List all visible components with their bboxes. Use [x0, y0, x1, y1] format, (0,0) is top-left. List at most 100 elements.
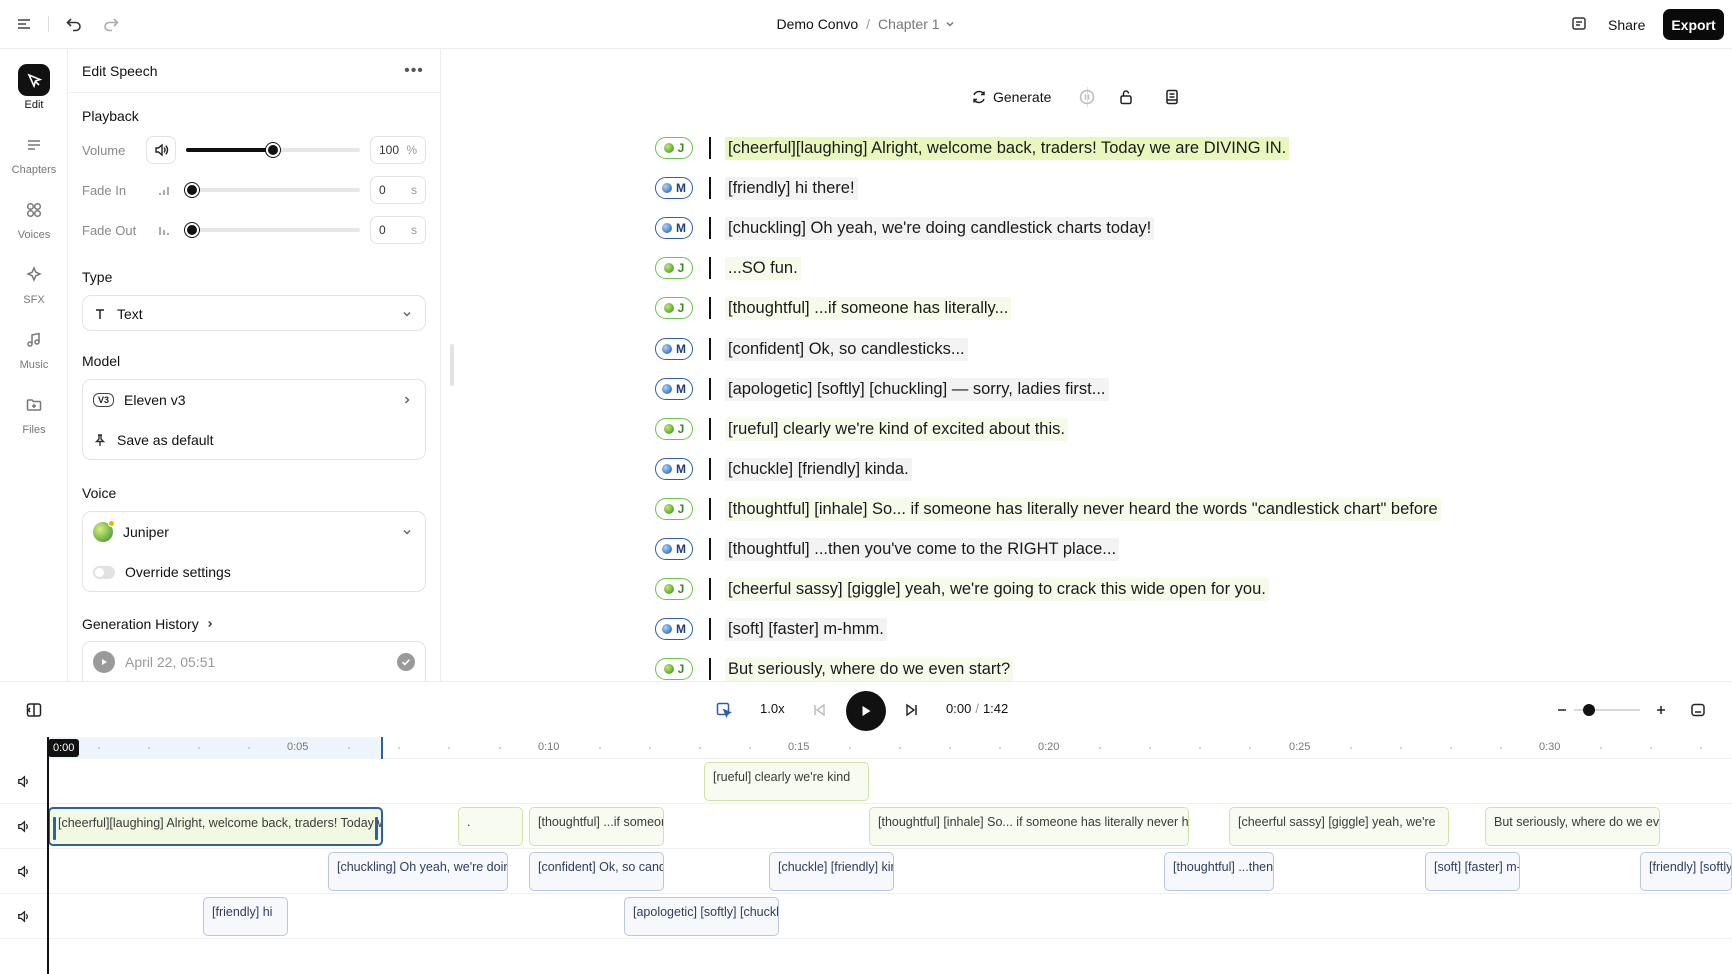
- timeline-clip[interactable]: [soft] [faster] m-hmm.: [1425, 852, 1520, 891]
- utterance-text[interactable]: [soft] [faster] m-hmm.: [725, 617, 887, 641]
- speaker-icon[interactable]: [14, 862, 32, 880]
- selection-end-marker[interactable]: [381, 737, 383, 759]
- fade-in-slider[interactable]: [185, 183, 360, 197]
- timeline-clip[interactable]: [thoughtful] ...then you've come to the …: [1164, 852, 1274, 891]
- fade-out-input[interactable]: 0 s: [370, 216, 426, 244]
- fade-out-slider-handle[interactable]: [185, 223, 199, 237]
- rail-item-voices[interactable]: Voices: [0, 194, 68, 252]
- utterance-text[interactable]: [thoughtful] [inhale] So... if someone h…: [725, 497, 1441, 521]
- utterance-text[interactable]: [confident] Ok, so candlesticks...: [725, 337, 968, 361]
- timeline-clip[interactable]: [apologetic] [softly] [chuckling]: [624, 897, 779, 936]
- generate-button[interactable]: Generate: [971, 84, 1051, 110]
- speaker-icon[interactable]: [14, 907, 32, 925]
- chapter-dropdown[interactable]: Chapter 1: [878, 16, 955, 32]
- play-button[interactable]: [846, 691, 886, 731]
- speaker-avatar[interactable]: J: [655, 578, 693, 600]
- script-line[interactable]: M [soft] [faster] m-hmm.: [655, 615, 887, 643]
- timeline-clip[interactable]: [friendly] [softly] So: [1640, 852, 1732, 891]
- playback-speed-button[interactable]: 1.0x: [760, 701, 785, 716]
- script-line[interactable]: J But seriously, where do we even start?: [655, 655, 1014, 681]
- speaker-avatar[interactable]: J: [655, 257, 693, 279]
- speaker-avatar[interactable]: M: [655, 338, 693, 360]
- script-line[interactable]: J [rueful] clearly we're kind of excited …: [655, 415, 1068, 443]
- volume-slider[interactable]: [186, 143, 360, 157]
- notes-icon[interactable]: [1162, 87, 1182, 107]
- timeline-clip[interactable]: [confident] Ok, so candlesticks...: [529, 852, 664, 891]
- script-line[interactable]: J [thoughtful] ...if someone has literall…: [655, 294, 1012, 322]
- utterance-text[interactable]: [rueful] clearly we're kind of excited a…: [725, 417, 1068, 441]
- utterance-text[interactable]: [thoughtful] ...then you've come to the …: [725, 537, 1120, 561]
- timeline-clip[interactable]: [cheerful][laughing] Alright, welcome ba…: [48, 807, 383, 846]
- model-select[interactable]: V3 Eleven v3: [83, 380, 425, 420]
- more-options-icon[interactable]: •••: [404, 61, 424, 81]
- volume-slider-handle[interactable]: [266, 143, 280, 157]
- captions-icon[interactable]: [1688, 700, 1708, 720]
- type-select[interactable]: Text: [82, 295, 426, 331]
- timeline-clip[interactable]: [thoughtful] [inhale] So... if someone h…: [869, 807, 1189, 846]
- rail-item-sfx[interactable]: SFX: [0, 259, 68, 317]
- history-item[interactable]: April 22, 05:51: [82, 641, 426, 681]
- volume-input[interactable]: 100 %: [370, 136, 426, 164]
- utterance-text[interactable]: [cheerful sassy] [giggle] yeah, we're go…: [725, 577, 1269, 601]
- timeline-clip[interactable]: [cheerful sassy] [giggle] yeah, we're: [1229, 807, 1449, 846]
- speaker-avatar[interactable]: J: [655, 658, 693, 680]
- project-name[interactable]: Demo Convo: [776, 16, 858, 32]
- redo-icon[interactable]: [99, 12, 123, 36]
- utterance-text[interactable]: But seriously, where do we even start?: [725, 657, 1014, 681]
- utterance-text[interactable]: [friendly] hi there!: [725, 176, 858, 200]
- script-line[interactable]: M [thoughtful] ...then you've come to the…: [655, 535, 1120, 563]
- comments-icon[interactable]: [1567, 12, 1591, 36]
- speaker-avatar[interactable]: M: [655, 378, 693, 400]
- save-as-default-button[interactable]: Save as default: [83, 420, 425, 460]
- script-line[interactable]: J [thoughtful] [inhale] So... if someone …: [655, 495, 1441, 523]
- script-line[interactable]: M [apologetic] [softly] [chuckling] — sor…: [655, 375, 1109, 403]
- speaker-avatar[interactable]: J: [655, 137, 693, 159]
- fade-in-slider-handle[interactable]: [185, 183, 199, 197]
- timeline-clip[interactable]: [chuckle] [friendly] kinda.: [769, 852, 894, 891]
- speaker-avatar[interactable]: M: [655, 177, 693, 199]
- speaker-avatar[interactable]: J: [655, 297, 693, 319]
- unlock-icon[interactable]: [1116, 87, 1136, 107]
- rail-item-files[interactable]: Files: [0, 389, 68, 447]
- cursor-select-icon[interactable]: [714, 700, 734, 720]
- timeline-clip[interactable]: [chuckling] Oh yeah, we're doing candles…: [328, 852, 508, 891]
- share-button[interactable]: Share: [1600, 10, 1653, 40]
- timeline-clip[interactable]: But seriously, where do we even start?: [1485, 807, 1660, 846]
- script-line[interactable]: M [friendly] hi there!: [655, 174, 858, 202]
- speaker-icon[interactable]: [146, 136, 176, 164]
- generation-history-link[interactable]: Generation History: [82, 616, 215, 632]
- utterance-text[interactable]: [apologetic] [softly] [chuckling] — sorr…: [725, 377, 1109, 401]
- timeline-clip[interactable]: .: [458, 807, 523, 846]
- utterance-text[interactable]: [cheerful][laughing] Alright, welcome ba…: [725, 136, 1290, 160]
- skip-back-icon[interactable]: [809, 700, 829, 720]
- zoom-slider-handle[interactable]: [1583, 704, 1595, 716]
- utterance-text[interactable]: [thoughtful] ...if someone has literally…: [725, 296, 1012, 320]
- script-line[interactable]: M [chuckle] [friendly] kinda.: [655, 455, 912, 483]
- utterance-text[interactable]: ...SO fun.: [725, 256, 801, 280]
- script-line[interactable]: J [cheerful][laughing] Alright, welcome b…: [655, 134, 1290, 162]
- rail-item-chapters[interactable]: Chapters: [0, 129, 68, 187]
- timeline-clip[interactable]: [thoughtful] ...if someone has literally…: [529, 807, 664, 846]
- override-settings-toggle[interactable]: [93, 565, 115, 579]
- undo-icon[interactable]: [62, 12, 86, 36]
- skip-forward-icon[interactable]: [902, 700, 922, 720]
- split-view-icon[interactable]: [24, 700, 44, 720]
- speaker-avatar[interactable]: M: [655, 618, 693, 640]
- utterance-text[interactable]: [chuckling] Oh yeah, we're doing candles…: [725, 216, 1155, 240]
- voice-select[interactable]: Juniper: [83, 512, 425, 552]
- timeline-clip[interactable]: [rueful] clearly we're kind: [704, 762, 869, 801]
- speaker-avatar[interactable]: M: [655, 458, 693, 480]
- speaker-icon[interactable]: [14, 772, 32, 790]
- script-line[interactable]: J [cheerful sassy] [giggle] yeah, we're g…: [655, 575, 1269, 603]
- zoom-out-icon[interactable]: [1552, 700, 1572, 720]
- speaker-avatar[interactable]: J: [655, 418, 693, 440]
- play-circle-icon[interactable]: [93, 651, 115, 673]
- zoom-in-icon[interactable]: [1651, 700, 1671, 720]
- fade-out-slider[interactable]: [185, 223, 360, 237]
- playhead[interactable]: [47, 737, 49, 974]
- script-line[interactable]: M [chuckling] Oh yeah, we're doing candle…: [655, 214, 1155, 242]
- rail-item-edit[interactable]: Edit: [0, 64, 68, 122]
- rail-item-music[interactable]: Music: [0, 324, 68, 382]
- speaker-avatar[interactable]: M: [655, 538, 693, 560]
- speaker-icon[interactable]: [14, 817, 32, 835]
